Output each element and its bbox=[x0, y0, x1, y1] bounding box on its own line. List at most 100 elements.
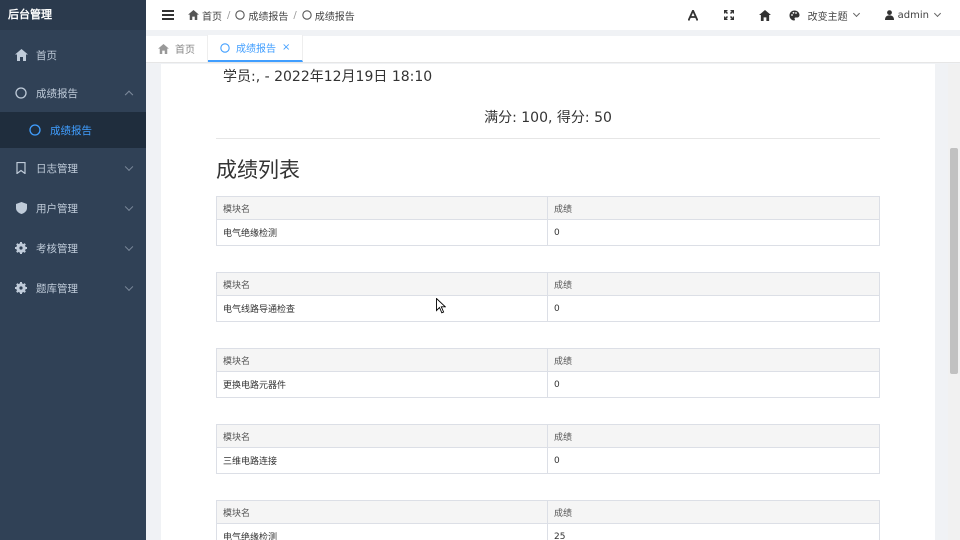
chevron-down-icon bbox=[124, 162, 134, 172]
table-row: 电气绝缘检测 0 bbox=[216, 219, 880, 246]
sidebar-item-question-bank[interactable]: 题库管理 bbox=[0, 268, 146, 308]
page-scrollbar[interactable] bbox=[948, 64, 960, 540]
scrollbar-thumb[interactable] bbox=[950, 148, 958, 374]
score-table: 模块名 成绩 电气绝缘检测 25 bbox=[216, 500, 880, 540]
breadcrumb-item: 成绩报告 bbox=[314, 11, 355, 23]
module-cell: 三维电路连接 bbox=[216, 447, 548, 474]
column-header: 模块名 bbox=[216, 424, 548, 448]
circle-icon bbox=[302, 10, 312, 20]
theme-label: 改变主题 bbox=[807, 11, 848, 23]
score-cell: 0 bbox=[547, 371, 880, 398]
home-icon bbox=[14, 48, 28, 62]
app-title: 后台管理 bbox=[0, 0, 146, 30]
top-header: 首页 / 成绩报告 / 成绩报告 改变主题 admin bbox=[146, 0, 960, 30]
chevron-down-icon bbox=[933, 9, 942, 18]
score-cell: 0 bbox=[547, 295, 880, 322]
table-row: 更换电路元器件 0 bbox=[216, 371, 880, 398]
score-table: 模块名 成绩 电气绝缘检测 0 bbox=[216, 196, 880, 246]
sidebar-item-label: 题库管理 bbox=[36, 282, 78, 295]
chevron-down-icon bbox=[852, 9, 860, 18]
sidebar-item-users[interactable]: 用户管理 bbox=[0, 188, 146, 228]
chevron-down-icon bbox=[124, 202, 134, 212]
sidebar-item-label: 日志管理 bbox=[36, 162, 78, 175]
column-header: 成绩 bbox=[547, 196, 880, 220]
column-header: 成绩 bbox=[547, 500, 880, 524]
column-header: 成绩 bbox=[547, 424, 880, 448]
tab-label: 首页 bbox=[175, 45, 195, 56]
sidebar-item-label: 首页 bbox=[36, 49, 57, 62]
mouse-cursor-icon bbox=[436, 298, 446, 314]
home-icon bbox=[158, 43, 169, 54]
breadcrumb-separator: / bbox=[293, 9, 297, 21]
chevron-up-icon bbox=[124, 90, 134, 100]
score-table: 模块名 成绩 电气线路导通检查 0 bbox=[216, 272, 880, 322]
user-menu[interactable]: admin bbox=[884, 9, 942, 21]
sidebar-submenu: 成绩报告 bbox=[0, 112, 146, 148]
breadcrumb-item[interactable]: 首页 bbox=[202, 8, 222, 23]
column-header: 模块名 bbox=[216, 348, 548, 372]
tabs-bar: 首页 成绩报告 × bbox=[146, 35, 960, 63]
score-cell: 0 bbox=[547, 447, 880, 474]
score-table: 模块名 成绩 三维电路连接 0 bbox=[216, 424, 880, 474]
module-cell: 电气绝缘检测 bbox=[216, 219, 548, 246]
table-header-row: 模块名 成绩 bbox=[216, 348, 880, 372]
sidebar-item-report-group[interactable]: 成绩报告 bbox=[0, 74, 146, 112]
column-header: 模块名 bbox=[216, 500, 548, 524]
sidebar-item-label: 用户管理 bbox=[36, 202, 78, 215]
sidebar-item-label: 成绩报告 bbox=[50, 124, 92, 137]
tab-report[interactable]: 成绩报告 × bbox=[208, 35, 304, 62]
table-row: 三维电路连接 0 bbox=[216, 447, 880, 474]
gear-icon bbox=[14, 241, 28, 255]
divider bbox=[216, 138, 880, 139]
module-cell: 电气线路导通检查 bbox=[216, 295, 548, 322]
score-summary: 满分: 100, 得分: 50 bbox=[484, 110, 612, 126]
column-header: 模块名 bbox=[216, 272, 548, 296]
tab-label: 成绩报告 bbox=[236, 44, 276, 55]
sidebar-item-label: 成绩报告 bbox=[36, 87, 78, 100]
report-content: 学员:, - 2022年12月19日 18:10 满分: 100, 得分: 50… bbox=[161, 64, 935, 540]
sidebar-item-logs[interactable]: 日志管理 bbox=[0, 148, 146, 188]
theme-switcher[interactable]: 改变主题 bbox=[789, 8, 860, 23]
header-tools: 改变主题 admin bbox=[675, 0, 960, 30]
score-table: 模块名 成绩 更换电路元器件 0 bbox=[216, 348, 880, 398]
table-header-row: 模块名 成绩 bbox=[216, 424, 880, 448]
score-cell: 0 bbox=[547, 219, 880, 246]
column-header: 模块名 bbox=[216, 196, 548, 220]
score-cell: 25 bbox=[547, 523, 880, 540]
table-header-row: 模块名 成绩 bbox=[216, 500, 880, 524]
module-cell: 电气绝缘检测 bbox=[216, 523, 548, 540]
chevron-down-icon bbox=[124, 282, 134, 292]
home-icon[interactable] bbox=[747, 9, 783, 21]
table-row: 电气线路导通检查 0 bbox=[216, 295, 880, 322]
circle-icon bbox=[28, 123, 42, 137]
chevron-down-icon bbox=[124, 242, 134, 252]
hamburger-icon[interactable] bbox=[162, 10, 174, 20]
font-size-icon[interactable] bbox=[675, 9, 711, 21]
list-title: 成绩列表 bbox=[216, 158, 300, 182]
tab-home[interactable]: 首页 bbox=[146, 35, 208, 62]
gear-icon bbox=[14, 281, 28, 295]
circle-icon bbox=[235, 10, 246, 20]
sidebar: 后台管理 首页 成绩报告 成绩报告 日志管理 用户管理 考核管理 题库管理 bbox=[0, 0, 146, 540]
user-icon bbox=[884, 10, 894, 20]
student-info: 学员:, - 2022年12月19日 18:10 bbox=[223, 69, 433, 85]
close-icon[interactable]: × bbox=[282, 42, 290, 53]
table-header-row: 模块名 成绩 bbox=[216, 272, 880, 296]
shield-icon bbox=[14, 201, 28, 215]
breadcrumb-separator: / bbox=[227, 9, 231, 21]
table-row: 电气绝缘检测 25 bbox=[216, 523, 880, 540]
bookmark-icon bbox=[14, 161, 28, 175]
circle-icon bbox=[14, 86, 28, 100]
palette-icon bbox=[789, 10, 800, 21]
column-header: 成绩 bbox=[547, 348, 880, 372]
module-cell: 更换电路元器件 bbox=[216, 371, 548, 398]
sidebar-item-home[interactable]: 首页 bbox=[0, 36, 146, 74]
circle-icon bbox=[220, 42, 230, 53]
sidebar-item-label: 考核管理 bbox=[36, 242, 78, 255]
sidebar-item-assessment[interactable]: 考核管理 bbox=[0, 228, 146, 268]
home-icon bbox=[188, 10, 199, 20]
breadcrumb-item[interactable]: 成绩报告 bbox=[248, 8, 288, 23]
column-header: 成绩 bbox=[547, 272, 880, 296]
sidebar-item-report[interactable]: 成绩报告 bbox=[0, 112, 146, 148]
fullscreen-icon[interactable] bbox=[711, 10, 747, 20]
